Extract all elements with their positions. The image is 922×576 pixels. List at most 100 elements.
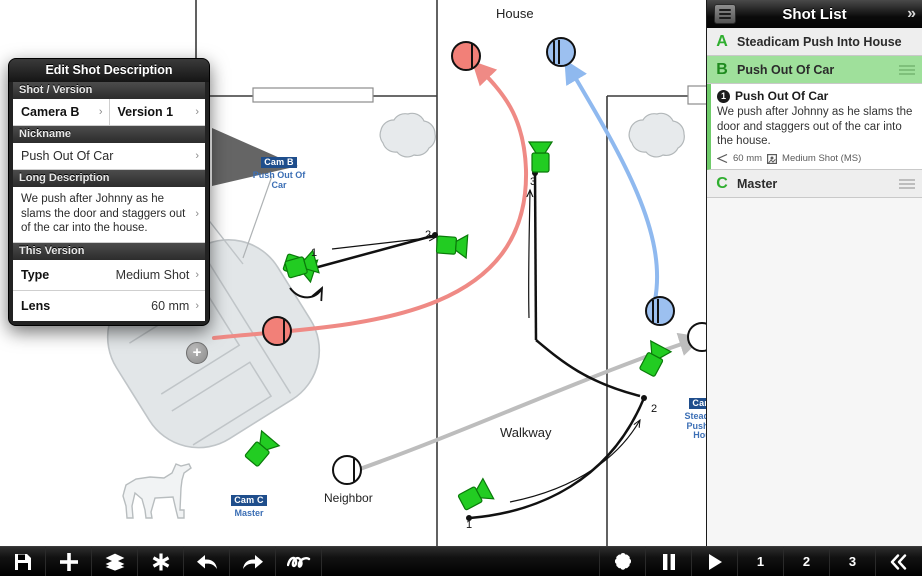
cam-tag-b-name: Cam B [261, 157, 297, 169]
cam-tag-c[interactable]: Cam C Master [228, 490, 270, 519]
chevrons-right-icon[interactable]: » [907, 5, 916, 23]
section-shot-version: Shot / Version [13, 82, 205, 99]
label-walkway: Walkway [500, 425, 552, 440]
actor-red-house [451, 41, 481, 71]
nickname-value: Push Out Of Car [21, 149, 114, 163]
cam-tag-b[interactable]: Cam B Push Out Of Car [252, 152, 306, 190]
camera-icon-b2 [435, 234, 469, 260]
chevron-right-icon: › [98, 106, 103, 118]
cam-tag-b-desc: Push Out Of Car [252, 170, 306, 190]
blue-actor-path [564, 59, 660, 302]
bottom-toolbar: 1 2 3 [0, 546, 922, 576]
freehand-button[interactable] [276, 547, 322, 576]
plus-icon [59, 552, 78, 571]
lens-icon [717, 154, 728, 164]
undo-button[interactable] [184, 547, 230, 576]
version-field[interactable]: Version 1 › [110, 99, 206, 125]
shot-row-b[interactable]: B Push Out Of Car [707, 56, 922, 84]
lens-row[interactable]: Lens 60 mm › [13, 291, 205, 322]
shot-version-row: Camera B › Version 1 › [13, 99, 205, 126]
shot-letter: C [716, 174, 728, 192]
toolbar-spacer [322, 547, 600, 576]
actor-red-car [262, 316, 292, 346]
gear-icon [614, 552, 631, 570]
play-button[interactable] [692, 547, 738, 576]
camA-move-vertical [529, 170, 538, 341]
page-3-button[interactable]: 3 [830, 547, 876, 576]
shot-letter: B [716, 60, 728, 78]
page-1-button[interactable]: 1 [738, 547, 784, 576]
label-house: House [496, 6, 534, 21]
section-long-description: Long Description [13, 170, 205, 187]
dog-silhouette [122, 463, 192, 519]
chevron-right-icon: › [195, 150, 199, 162]
shot-letter: A [716, 32, 728, 50]
lens-label: Lens [21, 299, 51, 314]
snap-button[interactable] [138, 547, 184, 576]
shot-list-header: Shot List » [707, 0, 922, 28]
chevron-right-icon: › [195, 300, 199, 313]
add-button[interactable] [46, 547, 92, 576]
edit-shot-description-popover[interactable]: Edit Shot Description Shot / Version Cam… [8, 58, 210, 327]
marker-3-camA: 3 [530, 176, 536, 188]
type-field[interactable]: Type Medium Shot › [13, 260, 205, 290]
squiggle-icon [286, 556, 310, 568]
add-shot-button[interactable]: + [186, 342, 208, 364]
list-icon[interactable] [714, 4, 736, 24]
page-2-button[interactable]: 2 [784, 547, 830, 576]
section-this-version: This Version [13, 243, 205, 261]
long-description-field[interactable]: We push after Johnny as he slams the doo… [13, 187, 205, 242]
shot-detail-type: Medium Shot (MS) [782, 153, 862, 165]
type-row[interactable]: Type Medium Shot › [13, 260, 205, 292]
chevrons-left-icon [890, 553, 907, 570]
camera-icon-a3 [527, 141, 554, 173]
shot-name: Push Out Of Car [737, 62, 835, 77]
type-label: Type [21, 268, 50, 283]
shot-detail-title: Push Out Of Car [735, 89, 829, 103]
shot-detail-panel: 1 Push Out Of Car We push after Johnny a… [707, 84, 922, 171]
marker-2-camA: 2 [651, 403, 657, 415]
undo-arrow-icon [196, 554, 217, 569]
redo-arrow-icon [242, 554, 263, 569]
nickname-field[interactable]: Push Out Of Car › [13, 143, 205, 169]
asterisk-icon [152, 553, 169, 570]
camera-field[interactable]: Camera B › [13, 99, 110, 125]
play-icon [708, 553, 722, 570]
shot-detail-body: We push after Johnny as he slams the doo… [717, 106, 913, 148]
marker-2-camB: 2 [425, 229, 431, 241]
chevron-right-icon: › [195, 269, 199, 282]
chevron-right-icon: › [195, 106, 199, 118]
app-window: 1 2 3 2 1 House Walkway Neighbor Cam B P… [0, 0, 922, 576]
actor-neighbor [332, 455, 362, 485]
actor-blue-house [546, 37, 576, 67]
marker-1-camB: 1 [311, 247, 317, 259]
camera-icon-a1 [457, 477, 495, 511]
save-button[interactable] [0, 547, 46, 576]
shot-row-c[interactable]: C Master [707, 170, 922, 199]
shot-list-sidebar: Shot List » A Steadicam Push Into House … [706, 0, 922, 546]
label-neighbor: Neighbor [324, 491, 373, 505]
shot-row-a[interactable]: A Steadicam Push Into House [707, 28, 922, 56]
layers-button[interactable] [92, 547, 138, 576]
door-opening [252, 87, 374, 103]
framing-icon [767, 153, 778, 164]
toolbar-right-group: 1 2 3 [600, 547, 922, 576]
camera-icon-c [244, 429, 281, 467]
drag-handle-icon[interactable] [899, 64, 915, 75]
shot-name: Steadicam Push Into House [737, 34, 902, 49]
chevron-right-icon: › [195, 208, 199, 221]
shot-list-title: Shot List [782, 5, 847, 23]
bush-shapes [379, 112, 685, 158]
cam-tag-c-name: Cam C [231, 495, 267, 507]
floppy-disk-icon [14, 553, 31, 570]
version-value: Version 1 [117, 105, 174, 119]
drag-handle-icon[interactable] [899, 178, 915, 189]
lens-value: 60 mm [151, 299, 190, 314]
redo-button[interactable] [230, 547, 276, 576]
cam-tag-c-desc: Master [234, 508, 264, 519]
shot-number-badge: 1 [717, 89, 730, 103]
settings-button[interactable] [600, 547, 646, 576]
collapse-panel-button[interactable] [876, 547, 922, 576]
lens-field[interactable]: Lens 60 mm › [13, 291, 205, 321]
pause-button[interactable] [646, 547, 692, 576]
